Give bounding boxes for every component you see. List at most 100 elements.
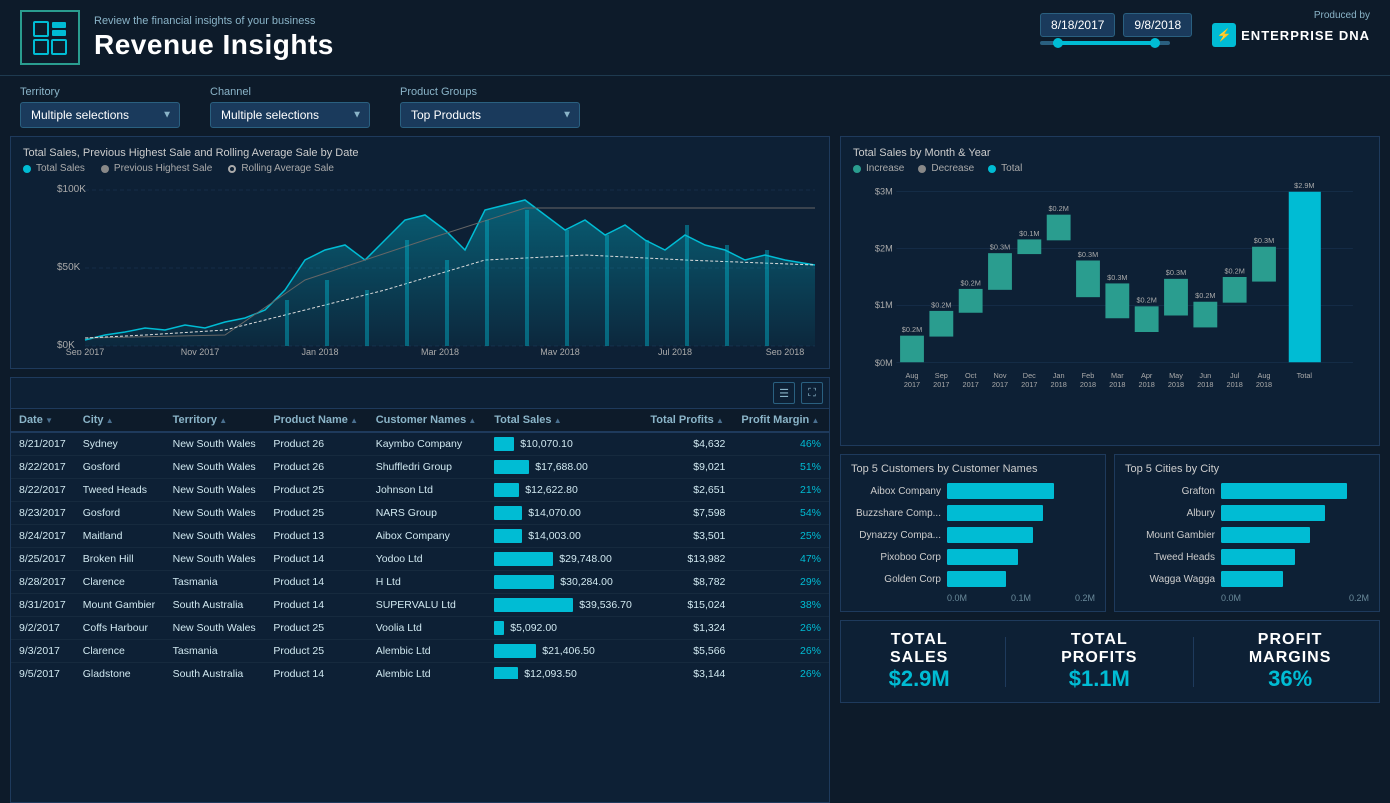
wl-dot-decrease xyxy=(918,165,926,173)
svg-text:$0.2M: $0.2M xyxy=(960,278,980,287)
cell-product: Product 14 xyxy=(265,548,367,571)
filter-icon-button[interactable]: ☰ xyxy=(773,382,795,404)
cell-profits: $3,501 xyxy=(642,525,733,548)
cell-profits: $1,324 xyxy=(642,617,733,640)
customer-bar-label: Pixoboo Corp xyxy=(851,552,941,563)
cell-customer: Kaymbo Company xyxy=(368,432,487,456)
cell-margin: 47% xyxy=(733,548,829,571)
channel-filter: Channel Multiple selections xyxy=(210,86,370,128)
col-margin[interactable]: Profit Margin xyxy=(733,409,829,432)
cell-profits: $3,144 xyxy=(642,663,733,680)
customer-bar-fill xyxy=(947,549,1018,565)
col-territory[interactable]: Territory xyxy=(165,409,266,432)
customers-axis: 0.0M 0.1M 0.2M xyxy=(851,593,1095,603)
brand-icon: ⚡ xyxy=(1212,23,1236,47)
svg-text:2018: 2018 xyxy=(1139,380,1155,389)
svg-text:Nov 2017: Nov 2017 xyxy=(181,347,220,355)
svg-text:2017: 2017 xyxy=(963,380,979,389)
left-column: Total Sales, Previous Highest Sale and R… xyxy=(10,136,830,803)
waterfall-legend: Increase Decrease Total xyxy=(853,163,1367,174)
wl-decrease: Decrease xyxy=(918,163,974,174)
customer-bar-row: Dynazzy Compa... xyxy=(851,527,1095,543)
cell-customer: NARS Group xyxy=(368,502,487,525)
cell-date: 8/22/2017 xyxy=(11,479,75,502)
cell-sales: $30,284.00 xyxy=(486,571,642,594)
city-bar-track xyxy=(1221,483,1369,499)
city-bar-fill xyxy=(1221,549,1295,565)
cell-date: 8/21/2017 xyxy=(11,432,75,456)
header: Review the financial insights of your bu… xyxy=(0,0,1390,76)
city-bar-label: Albury xyxy=(1125,508,1215,519)
customer-bar-track xyxy=(947,505,1095,521)
channel-select[interactable]: Multiple selections xyxy=(210,102,370,128)
kpi-sales-value: $2.9M xyxy=(889,666,950,692)
city-bar-fill xyxy=(1221,483,1347,499)
table-section: ☰ ⛶ Date City Territory Product Name Cus… xyxy=(10,377,830,803)
col-product[interactable]: Product Name xyxy=(265,409,367,432)
cell-date: 8/23/2017 xyxy=(11,502,75,525)
cell-customer: SUPERVALU Ltd xyxy=(368,594,487,617)
col-sales[interactable]: Total Sales xyxy=(486,409,642,432)
cell-city: Maitland xyxy=(75,525,165,548)
cell-city: Gosford xyxy=(75,502,165,525)
line-chart-svg: $100K $50K $0K xyxy=(23,180,817,355)
expand-icon-button[interactable]: ⛶ xyxy=(801,382,823,404)
svg-text:Feb: Feb xyxy=(1082,371,1095,380)
wl-increase: Increase xyxy=(853,163,904,174)
cell-customer: Alembic Ltd xyxy=(368,663,487,680)
kpi-profits-value: $1.1M xyxy=(1061,666,1137,692)
date-range-control[interactable]: 8/18/2017 9/8/2018 xyxy=(1040,13,1192,45)
svg-text:$2M: $2M xyxy=(875,243,893,253)
waterfall-title: Total Sales by Month & Year xyxy=(853,147,1367,159)
date-slider[interactable] xyxy=(1040,41,1170,45)
city-bar-track xyxy=(1221,505,1369,521)
cell-date: 9/5/2017 xyxy=(11,663,75,680)
svg-text:Mar 2018: Mar 2018 xyxy=(421,347,459,355)
cell-margin: 54% xyxy=(733,502,829,525)
svg-text:2017: 2017 xyxy=(1021,380,1037,389)
wl-dot-increase xyxy=(853,165,861,173)
cell-margin: 38% xyxy=(733,594,829,617)
svg-text:$0.2M: $0.2M xyxy=(902,325,922,334)
cell-customer: Aibox Company xyxy=(368,525,487,548)
cities-axis: 0.0M 0.2M xyxy=(1125,593,1369,603)
date-end-badge[interactable]: 9/8/2018 xyxy=(1123,13,1192,37)
date-start-badge[interactable]: 8/18/2017 xyxy=(1040,13,1115,37)
cell-product: Product 25 xyxy=(265,479,367,502)
cell-city: Sydney xyxy=(75,432,165,456)
cell-territory: South Australia xyxy=(165,663,266,680)
customer-bar-row: Pixoboo Corp xyxy=(851,549,1095,565)
legend-dot-rolling-avg xyxy=(228,165,236,173)
svg-text:2018: 2018 xyxy=(1080,380,1096,389)
cities-chart: Top 5 Cities by City Grafton Albury Moun… xyxy=(1114,454,1380,612)
line-chart-title: Total Sales, Previous Highest Sale and R… xyxy=(23,147,817,159)
cell-city: Broken Hill xyxy=(75,548,165,571)
cell-city: Gladstone xyxy=(75,663,165,680)
territory-select[interactable]: Multiple selections xyxy=(20,102,180,128)
svg-text:Apr: Apr xyxy=(1141,371,1153,380)
svg-text:Jan 2018: Jan 2018 xyxy=(301,347,338,355)
cell-product: Product 14 xyxy=(265,663,367,680)
col-customer[interactable]: Customer Names xyxy=(368,409,487,432)
svg-text:Jun: Jun xyxy=(1199,371,1211,380)
main-content: Total Sales, Previous Highest Sale and R… xyxy=(0,136,1390,803)
brand-label: ENTERPRISE DNA xyxy=(1241,28,1370,43)
col-profits[interactable]: Total Profits xyxy=(642,409,733,432)
cell-city: Mount Gambier xyxy=(75,594,165,617)
cell-customer: Voolia Ltd xyxy=(368,617,487,640)
cities-chart-title: Top 5 Cities by City xyxy=(1125,463,1369,475)
cell-date: 8/25/2017 xyxy=(11,548,75,571)
cell-product: Product 25 xyxy=(265,502,367,525)
table-row: 8/22/2017 Tweed Heads New South Wales Pr… xyxy=(11,479,829,502)
col-city[interactable]: City xyxy=(75,409,165,432)
cell-sales: $29,748.00 xyxy=(486,548,642,571)
svg-text:Jul: Jul xyxy=(1230,371,1240,380)
svg-text:2017: 2017 xyxy=(992,380,1008,389)
customer-bar-label: Aibox Company xyxy=(851,486,941,497)
product-groups-select[interactable]: Top Products xyxy=(400,102,580,128)
col-date[interactable]: Date xyxy=(11,409,75,432)
kpi-divider-1 xyxy=(1005,637,1006,687)
svg-text:2017: 2017 xyxy=(933,380,949,389)
svg-text:$0.1M: $0.1M xyxy=(1019,229,1039,238)
svg-text:$100K: $100K xyxy=(57,184,86,195)
